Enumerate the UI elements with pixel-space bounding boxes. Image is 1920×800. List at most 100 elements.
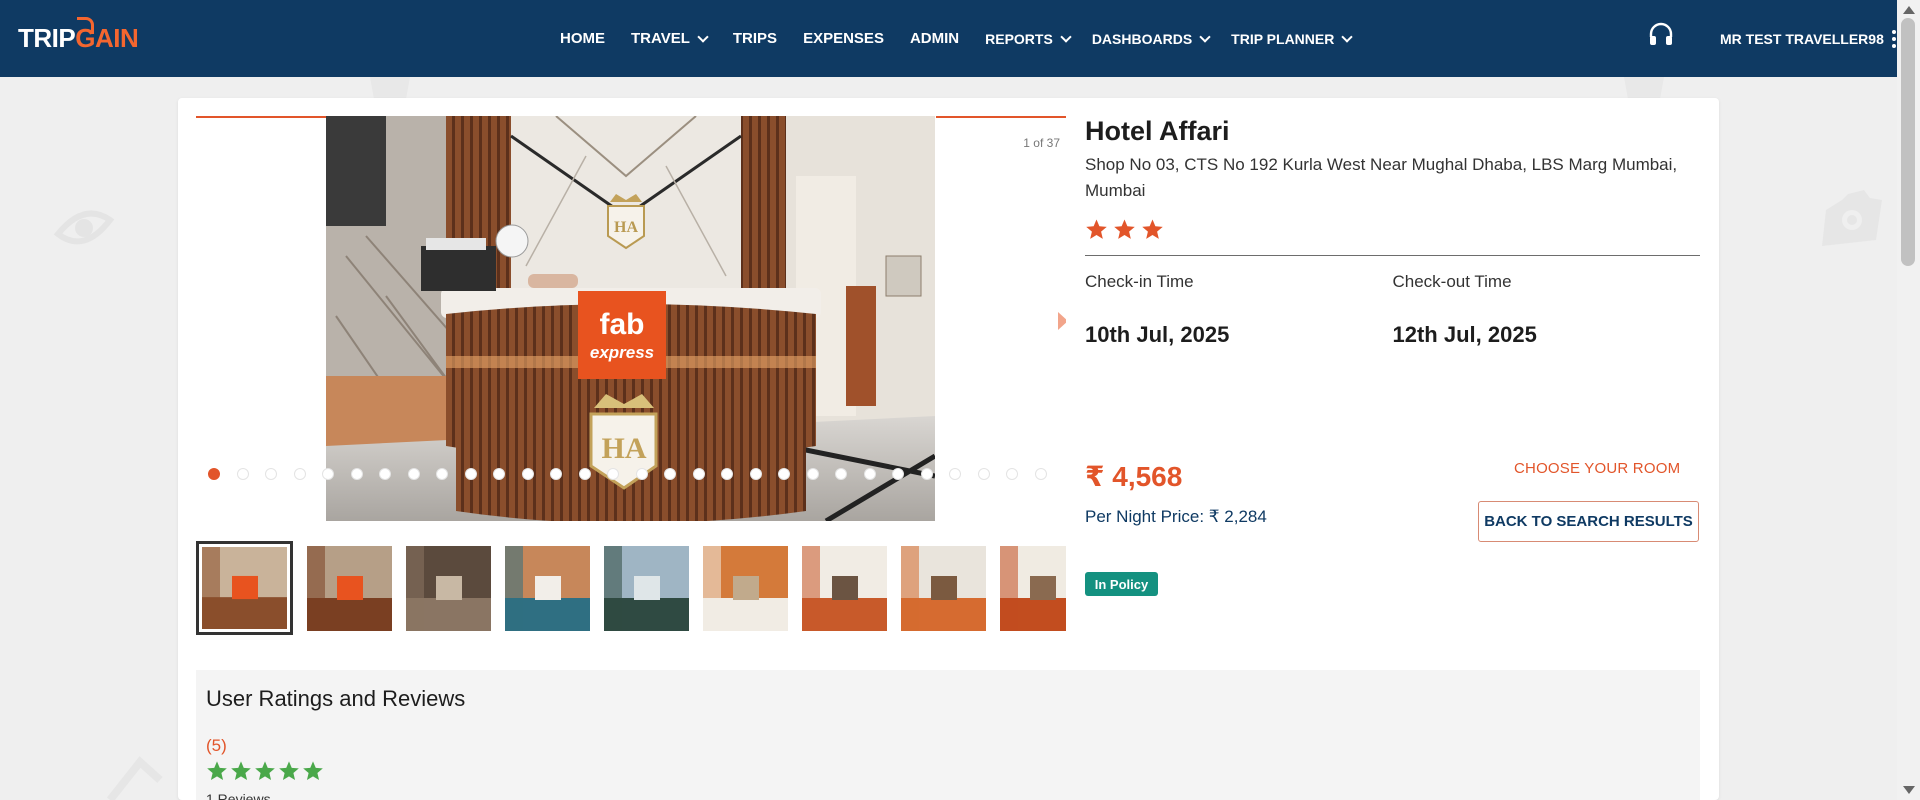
carousel-dot[interactable]	[721, 468, 733, 480]
carousel-dot[interactable]	[1006, 468, 1018, 480]
carousel-dot[interactable]	[265, 468, 277, 480]
thumbnail-image[interactable]	[196, 541, 293, 635]
thumbnail-image[interactable]	[901, 546, 986, 631]
hotel-name: Hotel Affari	[1085, 116, 1230, 146]
carousel-dot[interactable]	[1034, 468, 1047, 480]
carousel-dot[interactable]	[550, 468, 562, 480]
back-to-search-results-button[interactable]: BACK TO SEARCH RESULTS	[1478, 501, 1699, 542]
carousel-dot[interactable]	[521, 468, 534, 480]
choose-your-room-link[interactable]: CHOOSE YOUR ROOM	[1514, 460, 1680, 477]
info-divider	[1085, 255, 1700, 256]
checkin-block: Check-in Time 10th Jul, 2025	[1085, 272, 1393, 348]
carousel-dot[interactable]	[436, 468, 448, 480]
carousel-dot[interactable]	[236, 468, 249, 480]
total-price: ₹ 4,568	[1085, 461, 1183, 492]
carousel-indicator-dots	[208, 468, 1047, 480]
hotel-image-carousel: HA fab express HA 1 of 37	[196, 116, 1066, 521]
thumbnail-strip	[196, 541, 1066, 635]
thumbnail-image[interactable]	[406, 546, 491, 631]
reviews-title: User Ratings and Reviews	[206, 686, 466, 711]
carousel-dot[interactable]	[892, 468, 904, 480]
scroll-up-arrow-icon[interactable]	[1903, 6, 1915, 14]
eye-watermark-icon	[53, 210, 115, 245]
carousel-next-arrow-icon[interactable]	[1058, 312, 1066, 330]
carousel-dot[interactable]	[379, 468, 391, 480]
stay-times: Check-in Time 10th Jul, 2025 Check-out T…	[1085, 272, 1700, 348]
reception-photo: HA fab express HA	[326, 116, 935, 521]
star-icon	[1114, 219, 1135, 239]
chevron-down-icon	[697, 30, 709, 43]
in-policy-badge: In Policy	[1085, 572, 1158, 596]
thumbnail-image[interactable]	[802, 546, 887, 631]
scroll-down-arrow-icon[interactable]	[1903, 786, 1915, 794]
nav-item-home[interactable]: HOME	[560, 30, 605, 47]
nav-item-label: EXPENSES	[803, 30, 884, 47]
carousel-dot[interactable]	[578, 468, 591, 480]
carousel-dot[interactable]	[493, 468, 505, 480]
nav-item-trips[interactable]: TRIPS	[733, 30, 777, 47]
nav-item-expenses[interactable]: EXPENSES	[803, 30, 884, 47]
chevron-down-icon	[1341, 30, 1354, 43]
carousel-dot[interactable]	[607, 468, 619, 480]
carousel-dot[interactable]	[806, 468, 819, 480]
review-star-rating	[206, 760, 324, 782]
carousel-dot[interactable]	[863, 468, 876, 480]
thumbnail-image[interactable]	[307, 546, 392, 631]
nav-item-trip-planner[interactable]: TRIP PLANNER	[1231, 30, 1354, 47]
nav-item-reports[interactable]: REPORTS	[985, 30, 1072, 47]
checkin-label: Check-in Time	[1085, 272, 1194, 291]
thumbnail-image[interactable]	[703, 546, 788, 631]
review-star-icon	[279, 761, 299, 780]
camera-watermark-icon	[1822, 190, 1882, 246]
top-navigation-bar: TRIP GAIN HOME TRAVEL TRIPS EXPENSES ADMIN REP…	[0, 0, 1897, 77]
camera-watermark-icon-2	[1624, 77, 1664, 99]
carousel-dot[interactable]	[977, 468, 990, 480]
nav-item-dashboards[interactable]: DASHBOARDS	[1091, 30, 1211, 47]
nav-item-travel[interactable]: TRAVEL	[631, 30, 709, 47]
user-reviews-section: User Ratings and Reviews (5) 1 Reviews	[196, 670, 1700, 800]
carousel-dot[interactable]	[692, 468, 705, 480]
express-logo-text: express	[590, 343, 654, 362]
carousel-dot[interactable]	[778, 468, 790, 480]
page-scrollbar[interactable]	[1897, 0, 1920, 800]
carousel-dot[interactable]	[664, 468, 676, 480]
nav-item-label: ADMIN	[909, 30, 960, 47]
nav-item-admin[interactable]: ADMIN	[910, 30, 959, 47]
sun-watermark-icon	[106, 756, 163, 800]
per-night-price: Per Night Price: ₹ 2,284	[1085, 507, 1267, 526]
chevron-down-icon	[1199, 30, 1211, 43]
reviews-count: 1 Reviews	[206, 791, 271, 800]
nav-item-label: TRIPS	[732, 30, 778, 47]
logo-text-trip: TRIP	[18, 22, 76, 53]
carousel-dot[interactable]	[350, 468, 363, 480]
headset-icon[interactable]	[1648, 22, 1674, 48]
carousel-dot[interactable]	[407, 468, 420, 480]
logo-text-gain: GAIN	[75, 16, 139, 53]
carousel-dot[interactable]	[749, 468, 762, 480]
nav-item-label: DASHBOARDS	[1091, 30, 1193, 47]
chevron-down-icon	[1060, 30, 1072, 43]
carousel-dot[interactable]	[464, 468, 477, 480]
carousel-main-photo[interactable]: HA fab express HA	[326, 116, 935, 521]
carousel-dot[interactable]	[293, 468, 306, 480]
carousel-dot[interactable]	[635, 468, 648, 480]
carousel-dot[interactable]	[920, 468, 933, 480]
carousel-dot[interactable]	[322, 468, 334, 480]
hotel-address: Shop No 03, CTS No 192 Kurla West Near M…	[1085, 155, 1678, 200]
review-star-icon	[207, 761, 227, 780]
tripgain-logo[interactable]: TRIP GAIN	[18, 16, 139, 56]
star-icon	[1142, 219, 1163, 239]
camera-watermark-icon-3	[370, 77, 410, 99]
main-nav: HOME TRAVEL TRIPS EXPENSES ADMIN REPORTS DASHB…	[560, 0, 1373, 77]
thumbnail-image[interactable]	[1000, 546, 1066, 631]
crest-bottom-text: HA	[602, 432, 647, 465]
user-menu[interactable]: MR TEST TRAVELLER98	[1720, 0, 1896, 77]
thumbnail-image[interactable]	[505, 546, 590, 631]
carousel-dot[interactable]	[208, 468, 220, 480]
kebab-menu-icon[interactable]	[1891, 29, 1896, 48]
thumbnail-image[interactable]	[604, 546, 689, 631]
review-star-icon	[303, 761, 323, 780]
carousel-dot[interactable]	[835, 468, 847, 480]
scrollbar-thumb[interactable]	[1901, 18, 1915, 266]
carousel-dot[interactable]	[949, 468, 961, 480]
